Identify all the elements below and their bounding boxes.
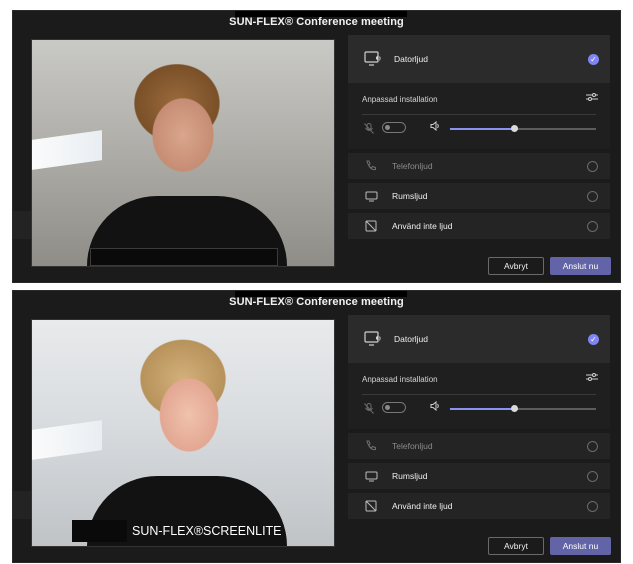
volume-knob[interactable] [511, 405, 519, 412]
option-telefonljud[interactable]: Telefonljud [348, 433, 610, 459]
settings-sliders-icon[interactable] [586, 92, 598, 102]
option-rumsljud[interactable]: Rumsljud [348, 463, 610, 489]
mic-off-icon [364, 403, 374, 414]
left-stub [13, 491, 31, 519]
meeting-title: SUN-FLEX® Conference meeting [229, 16, 404, 28]
window-light [32, 130, 102, 170]
name-bar [90, 248, 278, 266]
check-icon: ✓ [588, 333, 599, 345]
mic-toggle[interactable] [382, 402, 406, 413]
custom-setup-label: Anpassad installation [362, 375, 438, 384]
option-label: Använd inte ljud [392, 501, 453, 511]
meeting-prejoin-panel-2: SUN-FLEX® Conference meeting SUN-FLEX®SC… [12, 290, 621, 563]
volume-slider[interactable] [450, 405, 596, 412]
divider [362, 114, 596, 115]
option-anvand-inte-ljud[interactable]: Använd inte ljud [348, 493, 610, 519]
custom-setup-section: Anpassad installation [348, 363, 610, 429]
phone-icon [364, 159, 378, 173]
option-datorljud[interactable]: Datorljud ✓ [348, 35, 610, 83]
option-label: Datorljud [394, 54, 429, 64]
custom-setup-section: Anpassad installation [348, 83, 610, 149]
speaker-icon [430, 121, 441, 131]
option-rumsljud[interactable]: Rumsljud [348, 183, 610, 209]
toggle-knob [385, 125, 390, 130]
volume-fill [450, 128, 515, 130]
check-icon: ✓ [588, 53, 599, 65]
radio-button[interactable] [587, 440, 598, 452]
join-now-button[interactable]: Anslut nu [550, 537, 611, 555]
meeting-prejoin-panel-1: SUN-FLEX® Conference meeting Datorljud ✓… [12, 10, 621, 283]
volume-fill [450, 408, 515, 410]
phone-icon [364, 439, 378, 453]
volume-knob[interactable] [511, 125, 519, 132]
computer-audio-icon [364, 50, 382, 68]
name-box [72, 520, 127, 542]
name-overlay: SUN-FLEX®SCREENLITE [132, 524, 282, 538]
option-label: Rumsljud [392, 191, 428, 201]
settings-sliders-icon[interactable] [586, 372, 598, 382]
custom-setup-label: Anpassad installation [362, 95, 438, 104]
option-label: Telefonljud [392, 161, 433, 171]
radio-button[interactable] [587, 470, 598, 482]
window-light [32, 420, 102, 460]
computer-audio-icon [364, 330, 382, 348]
volume-slider[interactable] [450, 125, 596, 132]
divider [362, 394, 596, 395]
no-audio-icon [364, 219, 378, 233]
toggle-knob [385, 405, 390, 410]
room-audio-icon [364, 469, 378, 483]
no-audio-icon [364, 499, 378, 513]
cancel-button[interactable]: Avbryt [488, 537, 544, 555]
mic-off-icon [364, 123, 374, 134]
cancel-button[interactable]: Avbryt [488, 257, 544, 275]
camera-preview: SUN-FLEX®SCREENLITE [31, 319, 335, 547]
radio-button[interactable] [587, 160, 598, 172]
option-label: Telefonljud [392, 441, 433, 451]
option-anvand-inte-ljud[interactable]: Använd inte ljud [348, 213, 610, 239]
option-telefonljud[interactable]: Telefonljud [348, 153, 610, 179]
option-label: Rumsljud [392, 471, 428, 481]
speaker-icon [430, 401, 441, 411]
meeting-title: SUN-FLEX® Conference meeting [229, 296, 404, 308]
option-datorljud[interactable]: Datorljud ✓ [348, 315, 610, 363]
option-label: Datorljud [394, 334, 429, 344]
audio-options: Datorljud ✓ Anpassad installation Telefo… [348, 315, 610, 523]
radio-button[interactable] [587, 220, 598, 232]
option-label: Använd inte ljud [392, 221, 453, 231]
radio-button[interactable] [587, 500, 598, 512]
left-stub [13, 211, 31, 239]
room-audio-icon [364, 189, 378, 203]
camera-preview [31, 39, 335, 267]
mic-toggle[interactable] [382, 122, 406, 133]
join-now-button[interactable]: Anslut nu [550, 257, 611, 275]
radio-button[interactable] [587, 190, 598, 202]
audio-options: Datorljud ✓ Anpassad installation Telefo… [348, 35, 610, 243]
